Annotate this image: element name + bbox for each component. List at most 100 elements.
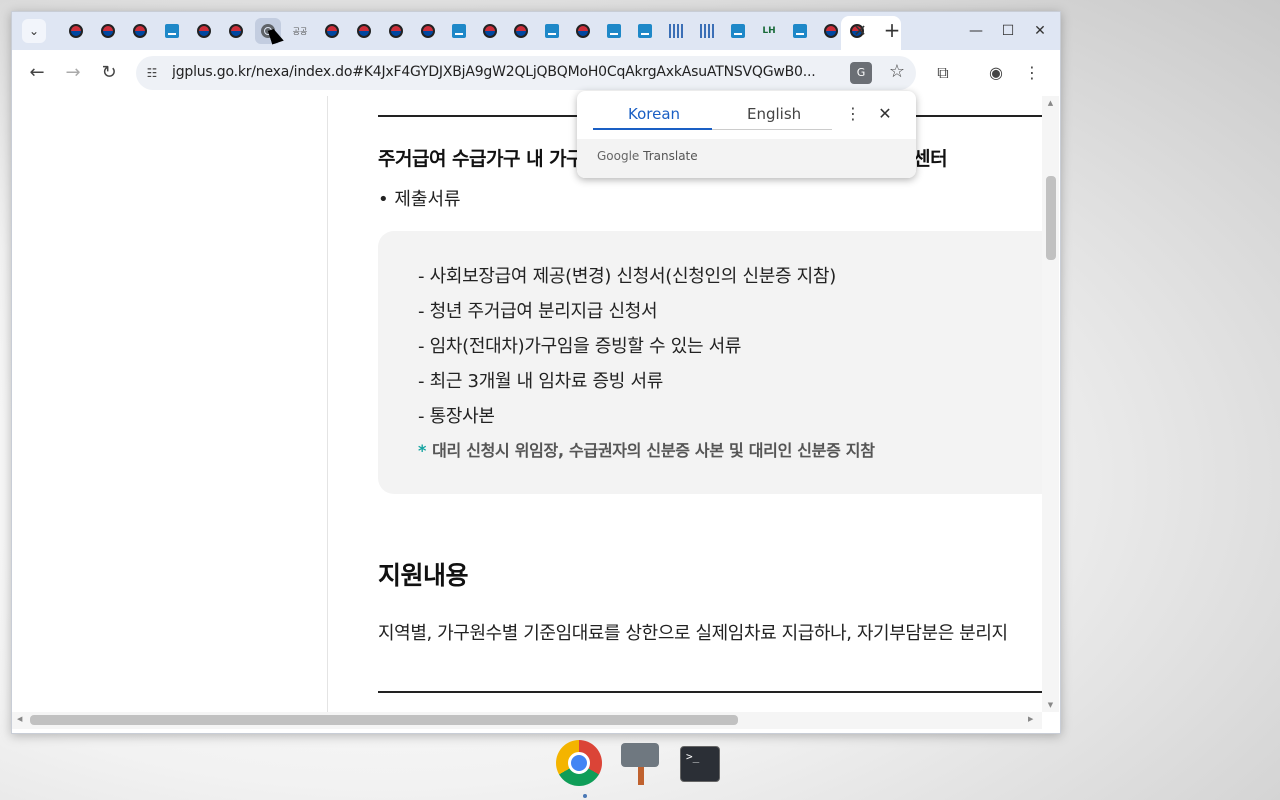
close-window-button[interactable]: ✕ bbox=[1030, 21, 1050, 41]
eligibility-heading-text: 주거급여 수급가구 내 가구 bbox=[378, 148, 584, 170]
forward-button[interactable]: → bbox=[61, 62, 85, 86]
tab-favicon[interactable] bbox=[604, 21, 624, 41]
vertical-scroll-thumb[interactable] bbox=[1046, 176, 1056, 260]
back-button[interactable]: ← bbox=[25, 62, 49, 86]
brand-translate: Translate bbox=[643, 149, 698, 163]
terminal-taskbar-item[interactable]: >_ bbox=[676, 740, 724, 788]
active-tab-underline bbox=[593, 128, 712, 130]
reload-icon: ↻ bbox=[101, 62, 117, 83]
korea-flag-icon bbox=[197, 24, 211, 38]
brand-google: Google bbox=[597, 149, 640, 163]
translate-icon[interactable]: G bbox=[850, 62, 872, 84]
tab-favicon[interactable] bbox=[821, 21, 841, 41]
bookmark-star-icon[interactable]: ☆ bbox=[886, 61, 908, 83]
site-logo-icon bbox=[545, 24, 559, 38]
support-paragraph: 지역별, 가구원수별 기준임대료를 상한으로 실제임차료 지급하나, 자기부담분… bbox=[378, 623, 1008, 644]
browser-window: ⌄ 공공 LH ✕ + — ☐ ✕ ← → ↻ ☷ jgplus.go.kr/n… bbox=[11, 11, 1061, 734]
tab-favicon[interactable] bbox=[511, 21, 531, 41]
source-language-tab[interactable]: Korean bbox=[628, 105, 680, 123]
site-logo-icon bbox=[793, 24, 807, 38]
korea-flag-icon bbox=[576, 24, 590, 38]
scroll-right-arrow-icon[interactable]: ▶ bbox=[1028, 715, 1033, 723]
terminal-icon: >_ bbox=[680, 746, 720, 782]
menu-icon[interactable]: ⋮ bbox=[1021, 62, 1043, 84]
tab-favicon[interactable] bbox=[542, 21, 562, 41]
tab-favicon[interactable] bbox=[666, 21, 686, 41]
document-item: - 사회보장급여 제공(변경) 신청서(신청인의 신분증 지참) bbox=[418, 266, 836, 287]
tab-favicon[interactable] bbox=[728, 21, 748, 41]
horizontal-scrollbar[interactable]: ◀ ▶ bbox=[12, 712, 1042, 729]
tab-favicon[interactable] bbox=[354, 21, 374, 41]
new-tab-button[interactable]: + bbox=[882, 20, 902, 41]
close-icon: ✕ bbox=[853, 21, 867, 40]
site-logo-icon bbox=[638, 24, 652, 38]
tab-favicon[interactable]: 공공 bbox=[290, 21, 310, 41]
tab-favicon[interactable] bbox=[573, 21, 593, 41]
site-info-icon[interactable]: ☷ bbox=[144, 65, 160, 81]
tab-favicon[interactable] bbox=[480, 21, 500, 41]
app-taskbar-item[interactable] bbox=[616, 740, 664, 788]
more-options-icon[interactable]: ⋮ bbox=[843, 104, 863, 124]
tab-favicon[interactable] bbox=[322, 21, 342, 41]
tab-search-button[interactable]: ⌄ bbox=[22, 19, 46, 43]
close-popup-icon[interactable]: ✕ bbox=[875, 104, 895, 124]
profile-icon[interactable]: ◉ bbox=[985, 62, 1007, 84]
korea-flag-icon bbox=[229, 24, 243, 38]
tab-favicon[interactable] bbox=[98, 21, 118, 41]
scroll-down-arrow-icon[interactable]: ▼ bbox=[1042, 701, 1059, 709]
tab-favicon[interactable] bbox=[162, 21, 182, 41]
maximize-button[interactable]: ☐ bbox=[998, 21, 1018, 41]
chrome-taskbar-item[interactable] bbox=[556, 740, 604, 798]
bars-logo-icon bbox=[700, 24, 714, 38]
site-logo-icon bbox=[165, 24, 179, 38]
text-logo-icon: 공공 bbox=[292, 26, 308, 36]
tab-favicon[interactable] bbox=[449, 21, 469, 41]
korea-flag-icon bbox=[101, 24, 115, 38]
url-text[interactable]: jgplus.go.kr/nexa/index.do#K4JxF4GYDJXBj… bbox=[172, 64, 840, 80]
tab-favicon[interactable] bbox=[790, 21, 810, 41]
horizontal-scroll-thumb[interactable] bbox=[30, 715, 738, 725]
korea-flag-icon bbox=[514, 24, 528, 38]
tab-favicon[interactable]: LH bbox=[759, 21, 779, 41]
documents-bullet: • 제출서류 bbox=[378, 189, 461, 210]
tab-favicon[interactable] bbox=[226, 21, 246, 41]
site-logo-icon bbox=[452, 24, 466, 38]
korea-flag-icon bbox=[421, 24, 435, 38]
support-heading: 지원내용 bbox=[378, 561, 469, 590]
scroll-up-arrow-icon[interactable]: ▲ bbox=[1042, 99, 1059, 107]
korea-flag-icon bbox=[69, 24, 83, 38]
korea-flag-icon bbox=[389, 24, 403, 38]
tab-favicon[interactable] bbox=[66, 21, 86, 41]
close-tab-button[interactable]: ✕ bbox=[850, 21, 870, 41]
tab-favicon[interactable] bbox=[386, 21, 406, 41]
document-item: - 청년 주거급여 분리지급 신청서 bbox=[418, 301, 658, 322]
vertical-scrollbar[interactable]: ▲ ▼ bbox=[1042, 96, 1059, 712]
site-logo-icon bbox=[731, 24, 745, 38]
tab-favicon[interactable] bbox=[418, 21, 438, 41]
google-translate-brand: Google Translate bbox=[597, 149, 698, 163]
minimize-button[interactable]: — bbox=[966, 21, 986, 41]
left-sidebar bbox=[12, 96, 328, 712]
documents-note: * 대리 신청시 위임장, 수급권자의 신분증 사본 및 대리인 신분증 지참 bbox=[418, 437, 875, 461]
korea-flag-icon bbox=[325, 24, 339, 38]
asterisk-icon: * bbox=[418, 441, 427, 460]
minimize-icon: — bbox=[969, 23, 983, 39]
scroll-left-arrow-icon[interactable]: ◀ bbox=[17, 715, 22, 723]
running-indicator bbox=[583, 794, 587, 798]
section-divider bbox=[378, 691, 1042, 693]
back-arrow-icon: ← bbox=[29, 62, 45, 83]
chevron-down-icon: ⌄ bbox=[28, 24, 40, 38]
tab-favicon[interactable] bbox=[635, 21, 655, 41]
site-logo-icon bbox=[607, 24, 621, 38]
taskbar: >_ bbox=[550, 740, 730, 798]
tab-favicon[interactable] bbox=[697, 21, 717, 41]
tab-favicon[interactable] bbox=[130, 21, 150, 41]
reload-button[interactable]: ↻ bbox=[97, 62, 121, 86]
korea-flag-icon bbox=[357, 24, 371, 38]
target-language-tab[interactable]: English bbox=[747, 105, 801, 123]
browser-toolbar: ← → ↻ ☷ jgplus.go.kr/nexa/index.do#K4JxF… bbox=[12, 50, 1060, 96]
document-item: - 임차(전대차)가구임을 증빙할 수 있는 서류 bbox=[418, 336, 742, 357]
tab-favicon[interactable] bbox=[194, 21, 214, 41]
address-bar[interactable]: ☷ jgplus.go.kr/nexa/index.do#K4JxF4GYDJX… bbox=[136, 56, 916, 90]
extensions-icon[interactable]: ⧉ bbox=[932, 62, 954, 84]
